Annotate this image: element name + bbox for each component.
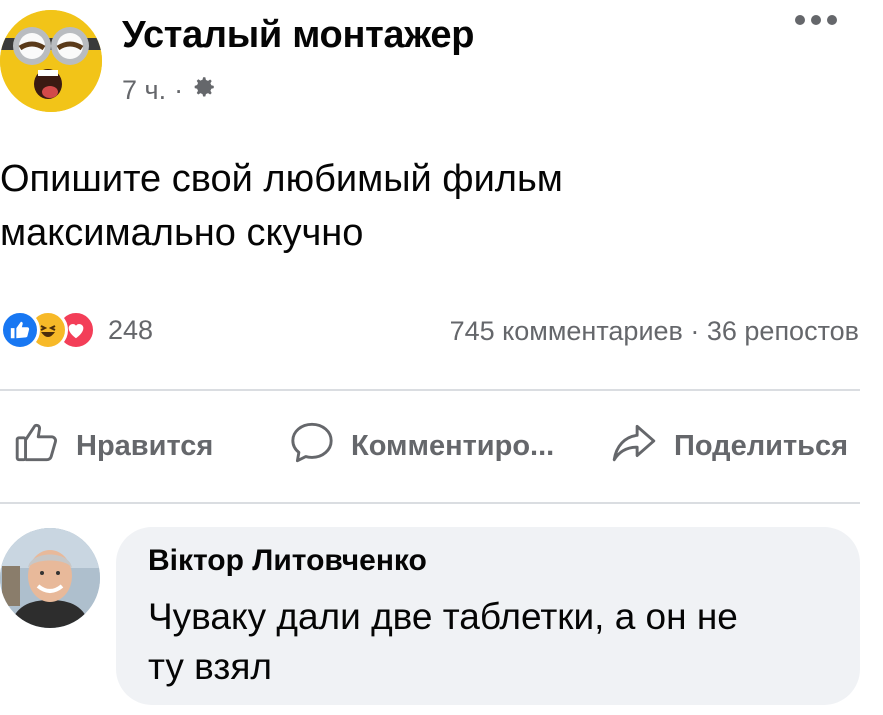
dot-icon: [827, 15, 837, 25]
comment-label: Комментиро...: [351, 429, 555, 462]
share-button[interactable]: Поделиться: [608, 418, 848, 474]
person-photo-icon: [0, 528, 100, 628]
comment-button[interactable]: Комментиро...: [287, 418, 554, 474]
like-icon: [0, 310, 40, 350]
like-label: Нравится: [76, 429, 214, 462]
post-text: Опишите свой любимый фильм максимально с…: [0, 152, 860, 260]
reaction-count: 248: [108, 314, 154, 345]
share-label: Поделиться: [674, 429, 849, 462]
dot-icon: [795, 15, 805, 25]
author-avatar[interactable]: [0, 10, 102, 112]
share-arrow-icon: [608, 417, 660, 475]
post-text-line: Опишите свой любимый фильм: [0, 158, 563, 200]
divider: [0, 502, 860, 504]
meta-separator: ·: [174, 75, 184, 105]
reactions-summary[interactable]: 248: [0, 308, 153, 352]
commenter-name[interactable]: Віктор Литовченко: [148, 544, 427, 578]
thumbs-up-icon: [12, 417, 62, 475]
divider: [0, 389, 860, 391]
comment-text: Чуваку дали две таблетки, а он не ту взя…: [148, 592, 838, 692]
post-author-name[interactable]: Усталый монтажер: [122, 14, 474, 57]
more-options-button[interactable]: [795, 12, 855, 42]
post-stats[interactable]: 745 комментариев · 36 репостов: [450, 316, 859, 347]
post-meta: 7 ч. ·: [122, 74, 217, 107]
dot-icon: [811, 15, 821, 25]
post-time[interactable]: 7 ч.: [122, 75, 166, 106]
like-button[interactable]: Нравится: [12, 418, 213, 474]
comment-text-line: ту взял: [148, 646, 272, 687]
post-text-line: максимально скучно: [0, 212, 364, 254]
commenter-avatar[interactable]: [0, 528, 100, 628]
gear-icon: [191, 74, 217, 107]
minion-avatar-icon: [0, 10, 102, 112]
comment-bubble-icon: [287, 417, 337, 475]
comment-text-line: Чуваку дали две таблетки, а он не: [148, 596, 738, 637]
